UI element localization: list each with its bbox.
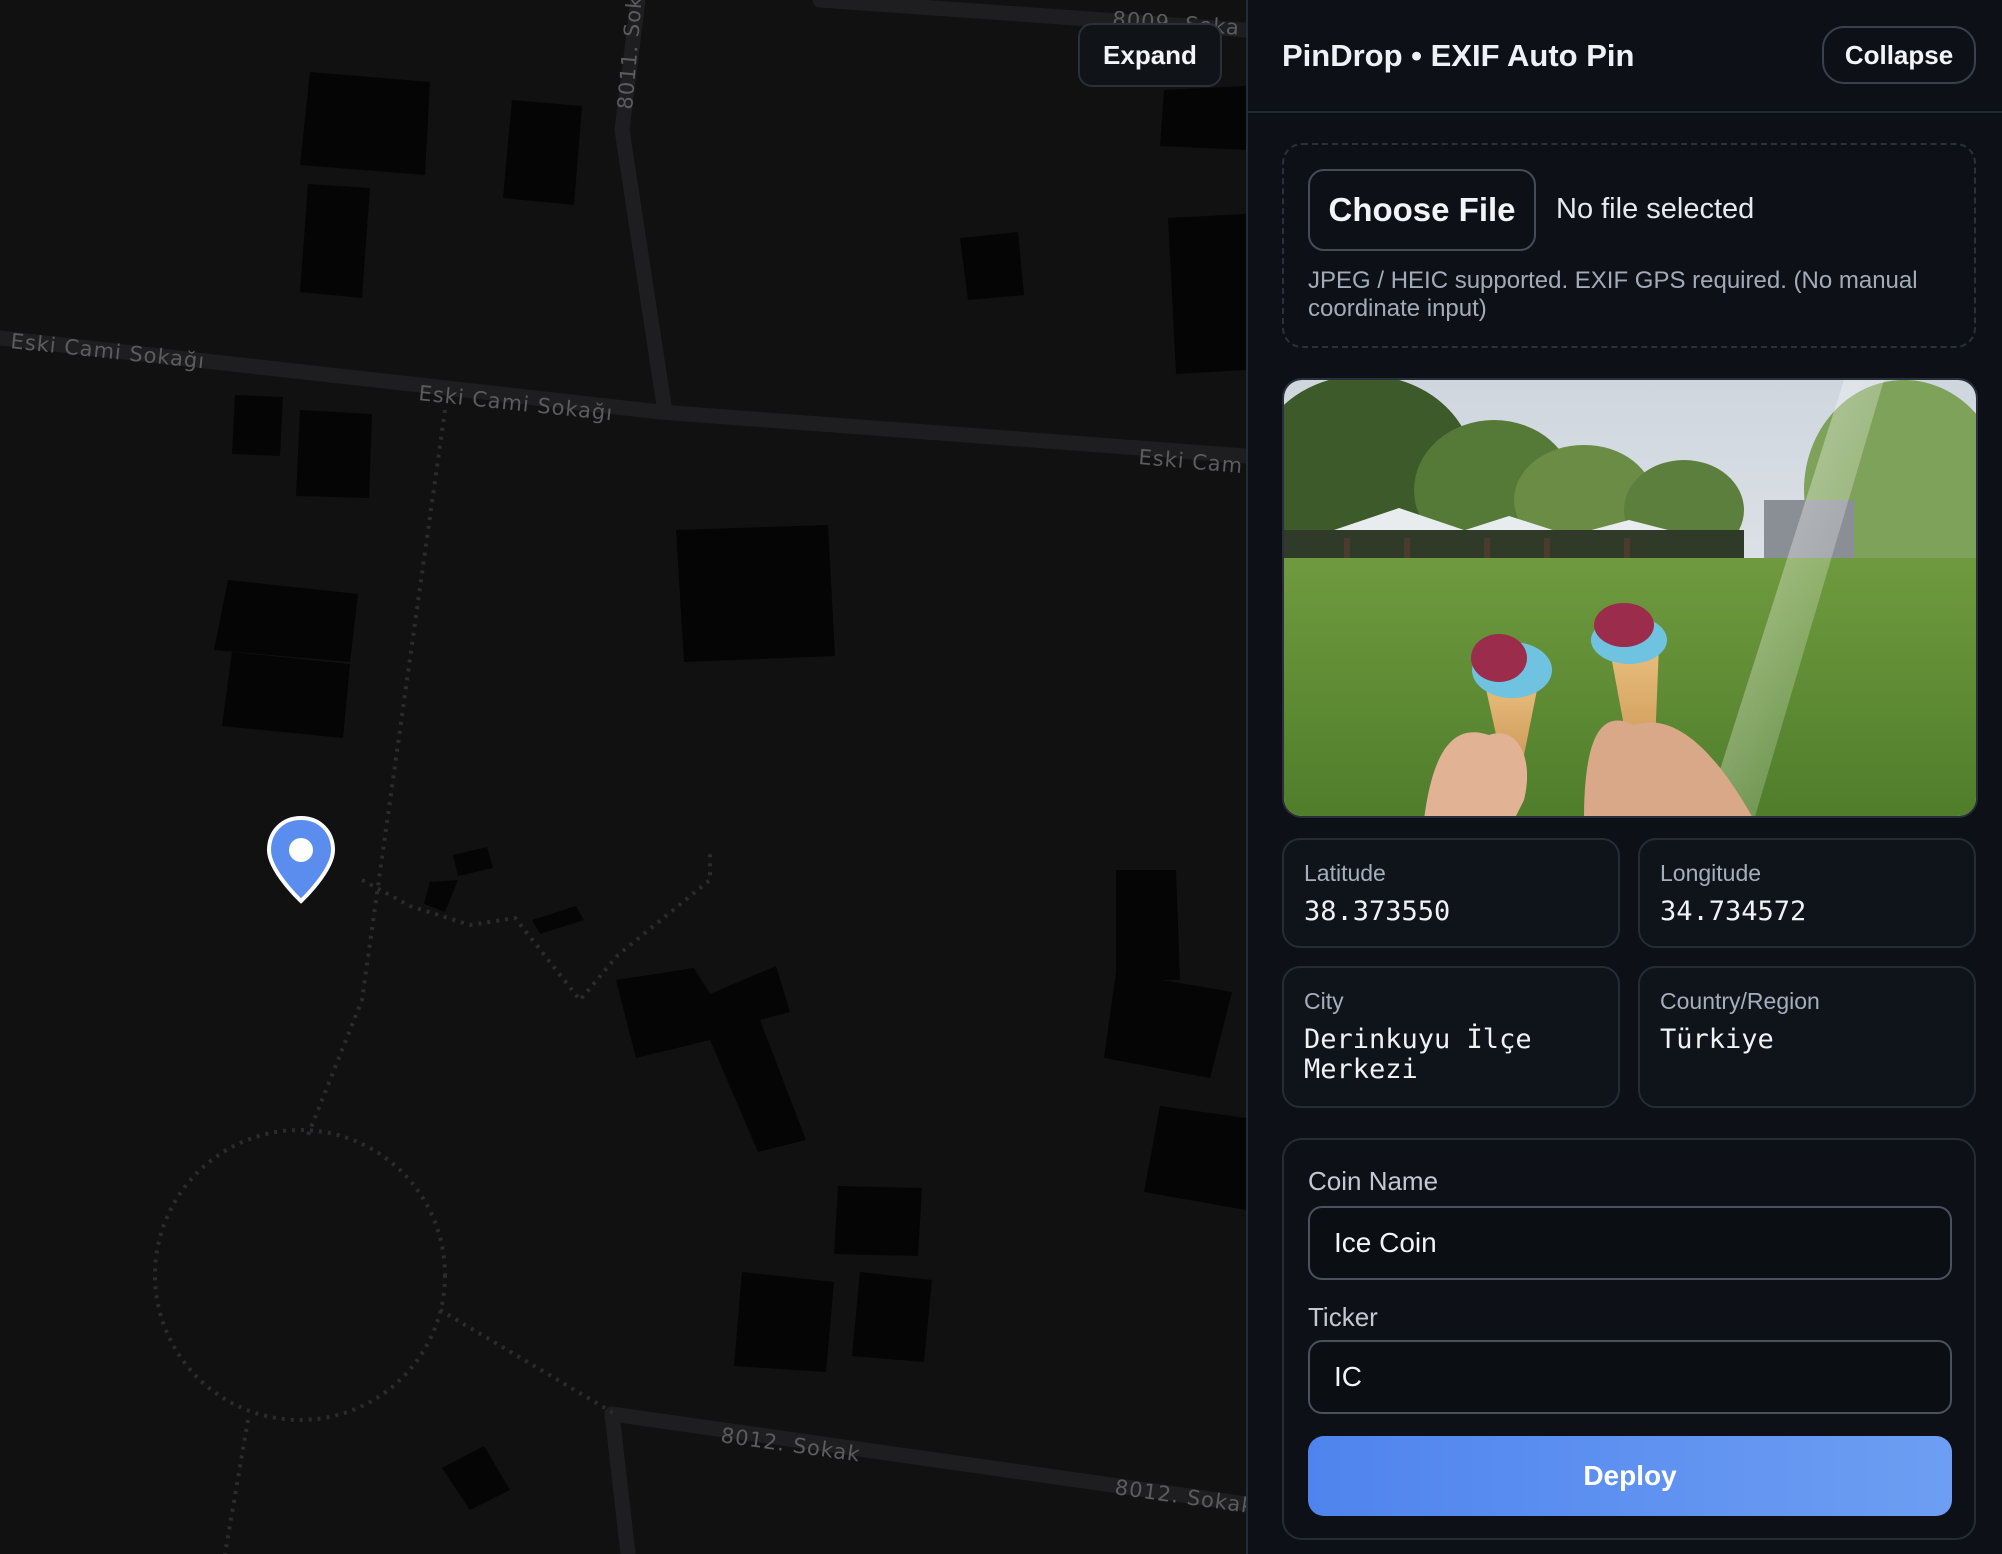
building — [852, 1272, 932, 1362]
building — [300, 184, 370, 298]
road-8012-branch — [604, 1406, 636, 1554]
choose-file-button[interactable]: Choose File — [1308, 169, 1536, 251]
building — [503, 100, 582, 205]
street-label: 8012. Sokak — [1113, 1475, 1246, 1518]
building — [214, 580, 358, 662]
city-value: Derinkuyu İlçe Merkezi — [1304, 1024, 1532, 1085]
latitude-value: 38.373550 — [1304, 896, 1451, 927]
expand-button[interactable]: Expand — [1078, 23, 1222, 87]
building — [442, 1446, 510, 1510]
building — [676, 525, 835, 662]
street-label: Eski Cami Sokağı — [9, 329, 206, 373]
building — [616, 966, 806, 1152]
map-canvas[interactable]: Eski Cami Sokağı Eski Cami Sokağı Eski C… — [0, 0, 1246, 1554]
building — [960, 232, 1024, 300]
building — [834, 1186, 922, 1256]
footpath-main — [306, 409, 447, 1136]
collapse-button[interactable]: Collapse — [1822, 26, 1976, 84]
coin-name-label: Coin Name — [1308, 1166, 1439, 1196]
upload-hint: JPEG / HEIC supported. EXIF GPS required… — [1308, 267, 1918, 322]
country-value: Türkiye — [1660, 1024, 1774, 1055]
building — [1144, 1106, 1246, 1210]
building — [1104, 972, 1232, 1078]
building — [296, 410, 372, 498]
building — [532, 906, 584, 934]
building — [424, 880, 458, 912]
street-label: 8011. Soka — [613, 0, 648, 110]
building — [300, 72, 430, 175]
panel-title: PinDrop • EXIF Auto Pin — [1282, 38, 1635, 73]
city-card: City Derinkuyu İlçe Merkezi — [1282, 966, 1620, 1108]
deploy-button[interactable]: Deploy — [1308, 1436, 1952, 1516]
panel-header: PinDrop • EXIF Auto Pin Collapse — [1248, 0, 2002, 113]
latitude-card: Latitude 38.373550 — [1282, 838, 1620, 948]
longitude-value: 34.734572 — [1660, 896, 1807, 927]
photo-preview — [1282, 378, 1978, 818]
longitude-label: Longitude — [1660, 860, 1762, 886]
building — [734, 1272, 834, 1372]
building — [1168, 214, 1246, 374]
city-label: City — [1304, 988, 1344, 1014]
map-layer: Eski Cami Sokağı Eski Cami Sokağı Eski C… — [0, 0, 1246, 1554]
coin-name-input[interactable] — [1308, 1206, 1952, 1280]
building — [1160, 86, 1246, 150]
ticker-input[interactable] — [1308, 1340, 1952, 1414]
building — [453, 847, 493, 876]
longitude-card: Longitude 34.734572 — [1638, 838, 1976, 948]
roundabout-path — [153, 1128, 447, 1422]
country-card: Country/Region Türkiye — [1638, 966, 1976, 1108]
file-status-text: No file selected — [1556, 193, 1755, 225]
building — [222, 652, 350, 738]
file-upload-area: Choose File No file selected JPEG / HEIC… — [1282, 143, 1976, 348]
ticker-label: Ticker — [1308, 1302, 1378, 1332]
side-panel: PinDrop • EXIF Auto Pin Collapse Choose … — [1246, 0, 2002, 1554]
footpath-southeast — [438, 1308, 617, 1416]
coin-form: Coin Name Ticker Deploy — [1282, 1138, 1976, 1540]
latitude-label: Latitude — [1304, 860, 1386, 886]
country-label: Country/Region — [1660, 988, 1820, 1014]
building — [232, 395, 283, 456]
street-label: Eski Cami Sokağı — [417, 381, 614, 425]
building — [1116, 870, 1180, 980]
street-label: 8012. Sokak — [719, 1423, 862, 1466]
footpath-south — [223, 1419, 250, 1554]
location-pin-icon[interactable] — [264, 815, 338, 905]
